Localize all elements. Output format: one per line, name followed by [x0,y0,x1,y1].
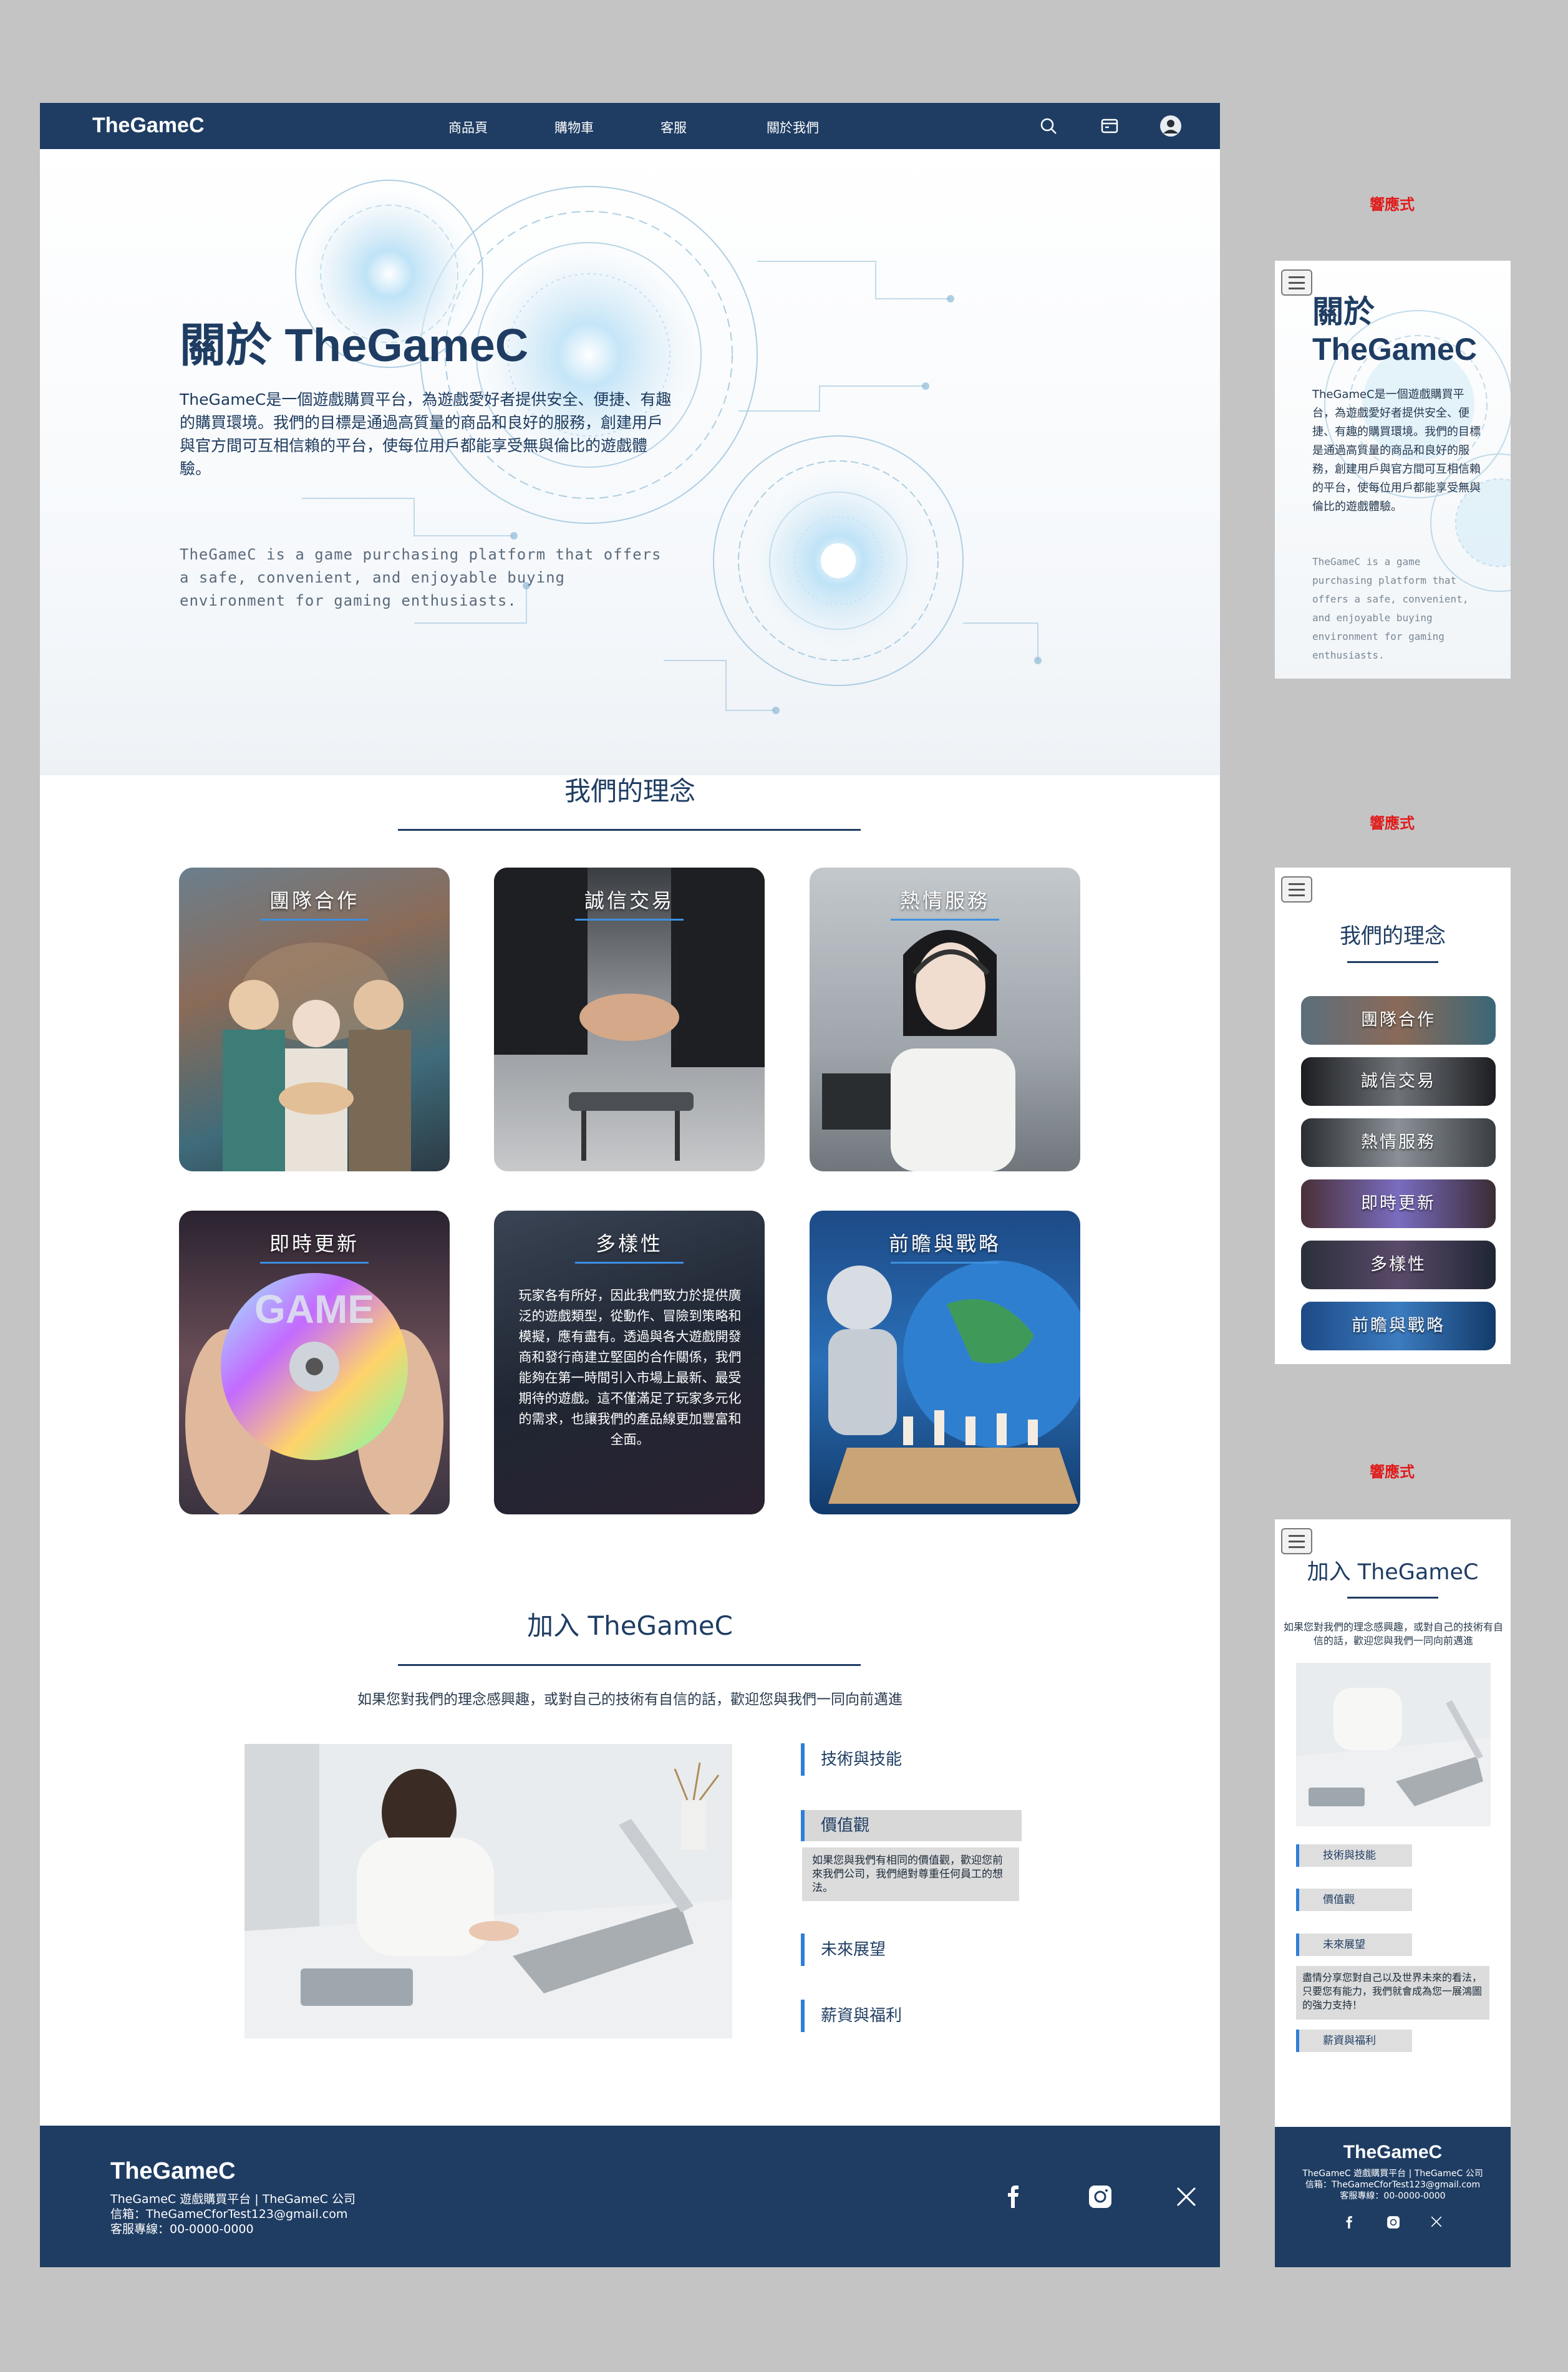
mobile-about-zh: TheGameC是一個遊戲購買平台，為遊戲愛好者提供安全、便捷、有趣的購買環境。… [1312,388,1481,513]
card-service[interactable]: 熱情服務 [810,868,1080,1171]
mobile-pill-integrity[interactable]: 誠信交易 [1301,1057,1496,1106]
accordion-values[interactable]: 價值觀 [801,1810,1022,1841]
card-realtime-update[interactable]: GAME 即時更新 [179,1211,450,1514]
nav-icons [1037,114,1183,138]
mobile-accordion-values[interactable]: 價值觀 [1296,1889,1412,1911]
footer-phone: 客服專線：00-0000-0000 [110,2222,254,2236]
accordion-values-content: 如果您與我們有相同的價值觀，歡迎您前來我們公司，我們絕對尊重任何員工的想法。 [802,1847,1019,1901]
x-icon[interactable] [1171,2182,1201,2212]
footer: TheGameC TheGameC 遊戲購買平台 | TheGameC 公司 信… [40,2126,1220,2267]
join-subtitle: 如果您對我們的理念感興趣，或對自己的技術有自信的話，歡迎您與我們一同向前邁進 [357,1692,903,1708]
footer-logo: TheGameC [110,2158,236,2184]
card-diversity[interactable]: 多樣性 玩家各有所好，因此我們致力於提供廣泛的遊戲類型，從動作、冒險到策略和模擬… [494,1211,765,1514]
card-title: 即時更新 [269,1232,359,1256]
nav-item-cart[interactable]: 購物車 [554,118,661,137]
mobile-pill-diversity[interactable]: 多樣性 [1301,1241,1496,1289]
card-title: 多樣性 [595,1232,663,1256]
mobile-footer-info: TheGameC 遊戲購買平台 | TheGameC 公司 信箱：TheGame… [1275,2168,1511,2202]
card-integrity[interactable]: 誠信交易 [494,868,765,1171]
accordion-future[interactable]: 未來展望 [801,1934,886,1966]
mobile-about-title-line1: 關於 [1312,294,1375,329]
nav-item-support[interactable]: 客服 [661,118,767,137]
mobile-join-preview: 加入 TheGameC 如果您對我們的理念感興趣，或對自己的技術有自信的話，歡迎… [1275,1519,1511,2267]
top-navbar: TheGameC 商品頁 購物車 客服 關於我們 [40,103,1220,149]
svg-text:GAME: GAME [254,1287,374,1332]
hero-title: 關於 TheGameC [180,319,529,371]
mobile-accordion-future[interactable]: 未來展望 [1296,1934,1412,1956]
mobile-pill-realtime-update[interactable]: 即時更新 [1301,1179,1496,1228]
card-title-underline [891,919,999,921]
social-icons [999,2182,1201,2212]
card-title-underline [575,919,684,921]
mobile-footer-phone: 客服專線：00-0000-0000 [1340,2191,1446,2201]
cart-icon[interactable] [1098,114,1121,138]
mobile-accordion-future-content: 盡情分享您對自己以及世界未來的看法，只要您有能力，我們就會成為您一展鴻圖的強力支… [1296,1966,1489,2020]
mobile-philosophy-preview: 我們的理念 團隊合作 誠信交易 熱情服務 即時更新 多樣性 前瞻與戰略 [1275,868,1511,1364]
nav-menu: 商品頁 購物車 客服 關於我們 [448,118,873,137]
site-logo[interactable]: TheGameC [92,114,205,138]
x-icon[interactable] [1430,2215,1443,2232]
avatar[interactable] [1159,114,1183,138]
mobile-pill-strategy[interactable]: 前瞻與戰略 [1301,1302,1496,1350]
hero-description-zh: TheGameC是一個遊戲購買平台，為遊戲愛好者提供安全、便捷、有趣的購買環境。… [180,390,672,478]
mobile-footer-company: TheGameC 遊戲購買平台 | TheGameC 公司 [1302,2169,1483,2179]
hamburger-menu-icon[interactable] [1281,876,1312,903]
card-title: 誠信交易 [584,889,674,912]
responsive-label: 響應式 [1370,1463,1415,1481]
card-title-underline [260,919,369,921]
mobile-about-preview: 關於 TheGameC TheGameC是一個遊戲購買平台，為遊戲愛好者提供安全… [1275,261,1511,679]
mobile-join-title: 加入 TheGameC [1307,1560,1479,1585]
philosophy-underline [398,829,861,831]
instagram-icon[interactable] [1387,2215,1400,2232]
mobile-join-subtitle: 如果您對我們的理念感興趣，或對自己的技術有自信的話，歡迎您與我們一同向前邁進 [1283,1621,1503,1647]
hero-section: 關於 TheGameC TheGameC是一個遊戲購買平台，為遊戲愛好者提供安全… [40,149,1220,775]
mobile-accordion-salary[interactable]: 薪資與福利 [1296,2030,1412,2052]
card-title-underline [260,1262,369,1264]
mobile-join-underline [1347,1597,1438,1599]
hero-description-en: TheGameC is a game purchasing platform t… [180,546,662,609]
join-title: 加入 TheGameC [527,1610,733,1641]
mobile-footer-email[interactable]: 信箱：TheGameCforTest123@gmail.com [1275,2179,1511,2190]
card-title: 前瞻與戰略 [888,1232,1001,1256]
responsive-label: 響應式 [1370,815,1415,832]
card-description: 玩家各有所好，因此我們致力於提供廣泛的遊戲類型，從動作、冒險到策略和模擬，應有盡… [518,1288,742,1447]
card-title-underline [891,1262,999,1264]
accordion-skills[interactable]: 技術與技能 [801,1743,902,1776]
search-icon[interactable] [1037,114,1060,138]
mobile-pill-teamwork[interactable]: 團隊合作 [1301,996,1496,1045]
mobile-footer: TheGameC TheGameC 遊戲購買平台 | TheGameC 公司 信… [1275,2127,1511,2267]
philosophy-title: 我們的理念 [564,776,695,806]
join-underline [398,1664,861,1666]
mobile-social-icons [1275,2215,1511,2232]
facebook-icon[interactable] [1343,2215,1357,2232]
accordion-salary[interactable]: 薪資與福利 [801,2000,902,2032]
mobile-accordion-skills[interactable]: 技術與技能 [1296,1844,1412,1867]
mobile-about-title: 關於 TheGameC [1312,293,1477,368]
desktop-page: TheGameC 商品頁 購物車 客服 關於我們 關於 TheGameC The… [40,103,1220,2267]
card-title: 熱情服務 [899,889,990,912]
responsive-label: 響應式 [1370,196,1415,213]
mobile-philosophy-underline [1347,961,1438,963]
facebook-icon[interactable] [999,2182,1029,2212]
card-title: 團隊合作 [269,889,359,912]
card-teamwork[interactable]: 團隊合作 [179,868,450,1171]
mobile-workspace-photo [1296,1663,1491,1826]
mobile-philosophy-title: 我們的理念 [1340,924,1446,949]
nav-item-products[interactable]: 商品頁 [448,118,554,137]
nav-item-about[interactable]: 關於我們 [767,118,873,137]
footer-email[interactable]: 信箱：TheGameCforTest123@gmail.com [110,2207,356,2222]
workspace-photo [244,1744,732,2038]
card-strategy[interactable]: 前瞻與戰略 [810,1211,1080,1514]
instagram-icon[interactable] [1085,2182,1115,2212]
footer-info: TheGameC 遊戲購買平台 | TheGameC 公司 信箱：TheGame… [110,2192,356,2237]
mobile-footer-logo: TheGameC [1343,2142,1443,2162]
mobile-pill-service[interactable]: 熱情服務 [1301,1118,1496,1167]
card-title-underline [575,1262,684,1264]
hamburger-menu-icon[interactable] [1281,1528,1312,1554]
mobile-about-title-line2: TheGameC [1312,332,1477,367]
mobile-about-en: TheGameC is a game purchasing platform t… [1312,556,1469,661]
footer-company: TheGameC 遊戲購買平台 | TheGameC 公司 [110,2192,356,2206]
hamburger-menu-icon[interactable] [1281,269,1312,296]
